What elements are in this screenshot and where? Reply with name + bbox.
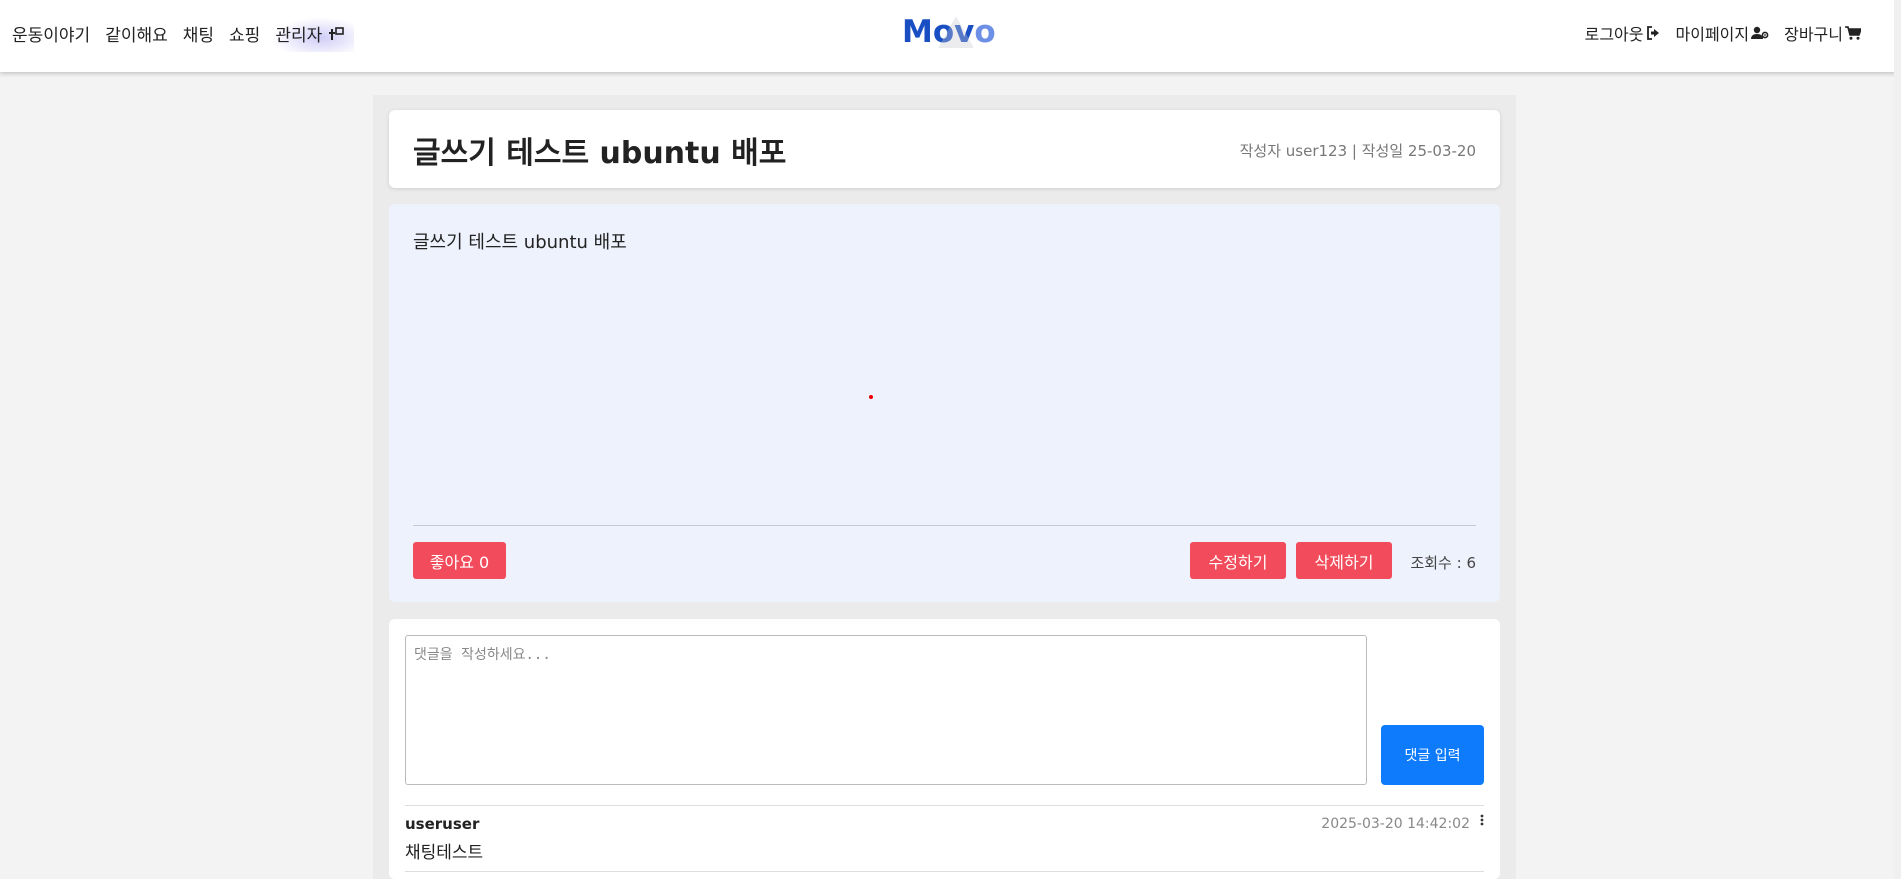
page-scrollbar[interactable]: [1894, 0, 1901, 879]
movo-logo[interactable]: Movo: [902, 14, 996, 50]
user-gear-icon: [1751, 26, 1769, 39]
comment-menu-icon[interactable]: [1480, 813, 1484, 827]
mypage-label: 마이페이지: [1675, 25, 1750, 44]
post-header-card: 글쓰기 테스트 ubuntu 배포 작성자 user123 | 작성일 25-0…: [389, 110, 1500, 188]
edit-button[interactable]: 수정하기: [1190, 542, 1286, 579]
nav-item-chat[interactable]: 채팅: [183, 21, 214, 46]
comment-divider: [405, 871, 1484, 872]
logo-letter-m: M: [902, 14, 933, 50]
nav-item-admin-label: 관리자: [275, 26, 323, 46]
comment-submit-button[interactable]: 댓글 입력: [1381, 725, 1484, 785]
cursor-dot: [869, 395, 873, 399]
main-nav: 운동이야기 같이해요 채팅 쇼핑 관리자: [12, 17, 355, 52]
comment-section: 댓글 입력 useruser 2025-03-20 14:42:02 채팅테스트: [389, 619, 1500, 879]
post-body: 글쓰기 테스트 ubuntu 배포: [413, 232, 627, 253]
nav-item-admin[interactable]: 관리자: [271, 17, 355, 52]
admin-icon: [329, 26, 345, 40]
cart-icon: [1845, 26, 1861, 40]
comment-divider: [405, 805, 1484, 806]
delete-button[interactable]: 삭제하기: [1296, 542, 1392, 579]
cart-link[interactable]: 장바구니: [1784, 21, 1861, 45]
cart-label: 장바구니: [1784, 25, 1843, 44]
nav-item-together[interactable]: 같이해요: [105, 21, 168, 46]
content-divider: [413, 525, 1476, 526]
post-title: 글쓰기 테스트 ubuntu 배포: [413, 136, 787, 171]
logo-triangle: [938, 16, 974, 48]
comment-text: 채팅테스트: [405, 843, 484, 863]
logout-link[interactable]: 로그아웃: [1585, 21, 1661, 45]
post-content-card: 글쓰기 테스트 ubuntu 배포 좋아요 0 수정하기 삭제하기 조회수 : …: [389, 204, 1500, 602]
logout-label: 로그아웃: [1584, 25, 1644, 44]
post-meta: 작성자 user123 | 작성일 25-03-20: [1239, 142, 1476, 160]
logout-icon: [1646, 26, 1659, 40]
logo-letter-o2: o: [974, 14, 996, 50]
view-count: 조회수 : 6: [1410, 554, 1476, 572]
mypage-link[interactable]: 마이페이지: [1676, 21, 1770, 45]
nav-item-shopping[interactable]: 쇼핑: [229, 21, 260, 46]
like-button[interactable]: 좋아요 0: [413, 542, 506, 579]
nav-item-exercise-stories[interactable]: 운동이야기: [12, 21, 90, 46]
comment-date: 2025-03-20 14:42:02: [1321, 816, 1470, 832]
comment-author: useruser: [405, 815, 480, 833]
comment-input[interactable]: [405, 635, 1367, 785]
user-nav: 로그아웃 마이페이지 장바구니: [1585, 21, 1861, 45]
top-navbar: 운동이야기 같이해요 채팅 쇼핑 관리자 Movo 로그아웃 마이페이지 장바구…: [0, 0, 1901, 72]
